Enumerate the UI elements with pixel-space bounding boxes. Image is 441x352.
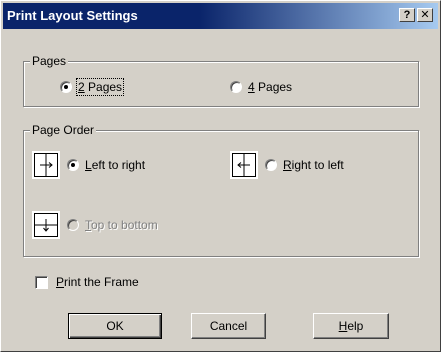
page-order-legend: Page Order <box>30 123 97 137</box>
radio-2-pages-text: Pages <box>84 80 123 94</box>
radio-2-pages[interactable]: 2 Pages <box>60 78 125 96</box>
print-frame-checkbox[interactable] <box>35 275 48 289</box>
page-order-groupbox: Page Order Left to right Right to left T… <box>23 123 419 257</box>
radio-right-to-left-indicator[interactable] <box>265 159 277 171</box>
pages-legend: Pages <box>30 54 69 68</box>
radio-4-pages-indicator[interactable] <box>230 81 242 93</box>
radio-4-pages-label[interactable]: 4 Pages <box>248 80 292 94</box>
ok-button[interactable]: OK <box>68 313 162 339</box>
top-to-bottom-arrow-icon <box>32 211 60 239</box>
mnemonic-r: R <box>283 158 292 172</box>
radio-right-to-left[interactable]: Right to left <box>265 158 344 172</box>
print-frame-label[interactable]: Print the Frame <box>56 275 139 289</box>
close-title-button[interactable]: ✕ <box>417 8 433 22</box>
print-frame-text: rint the Frame <box>64 275 139 289</box>
mnemonic-l: L <box>85 158 92 172</box>
left-to-right-arrow-icon <box>32 151 60 179</box>
print-layout-dialog: Print Layout Settings ? ✕ Pages 2 Pages … <box>0 0 441 352</box>
print-frame-checkbox-row[interactable]: Print the Frame <box>35 275 139 289</box>
radio-left-to-right[interactable]: Left to right <box>67 158 145 172</box>
radio-top-to-bottom-text: op to bottom <box>91 218 158 232</box>
radio-right-to-left-text: ight to left <box>291 158 344 172</box>
radio-2-pages-indicator[interactable] <box>60 81 72 93</box>
title-bar[interactable]: Print Layout Settings ? ✕ <box>3 3 438 29</box>
mnemonic-p: P <box>56 275 65 289</box>
radio-top-to-bottom-indicator[interactable] <box>67 219 79 231</box>
radio-right-to-left-label[interactable]: Right to left <box>283 158 344 172</box>
cancel-button[interactable]: Cancel <box>191 313 266 339</box>
radio-top-to-bottom[interactable]: Top to bottom <box>67 218 158 232</box>
help-button-text: elp <box>347 319 364 333</box>
radio-top-to-bottom-label[interactable]: Top to bottom <box>85 218 158 232</box>
help-button[interactable]: Help <box>313 313 389 339</box>
window-title: Print Layout Settings <box>7 8 138 23</box>
right-to-left-arrow-icon <box>230 151 258 179</box>
radio-4-pages-text: Pages <box>254 80 293 94</box>
radio-left-to-right-indicator[interactable] <box>67 159 79 171</box>
radio-2-pages-label[interactable]: 2 Pages <box>75 78 125 96</box>
radio-left-to-right-text: eft to right <box>91 158 146 172</box>
mnemonic-h: H <box>338 319 348 333</box>
radio-left-to-right-label[interactable]: Left to right <box>85 158 145 172</box>
radio-4-pages[interactable]: 4 Pages <box>230 80 292 94</box>
mnemonic-4: 4 <box>248 80 255 94</box>
help-title-button[interactable]: ? <box>399 8 415 22</box>
mnemonic-2: 2 <box>78 80 85 94</box>
pages-groupbox: Pages 2 Pages 4 Pages <box>23 54 419 107</box>
